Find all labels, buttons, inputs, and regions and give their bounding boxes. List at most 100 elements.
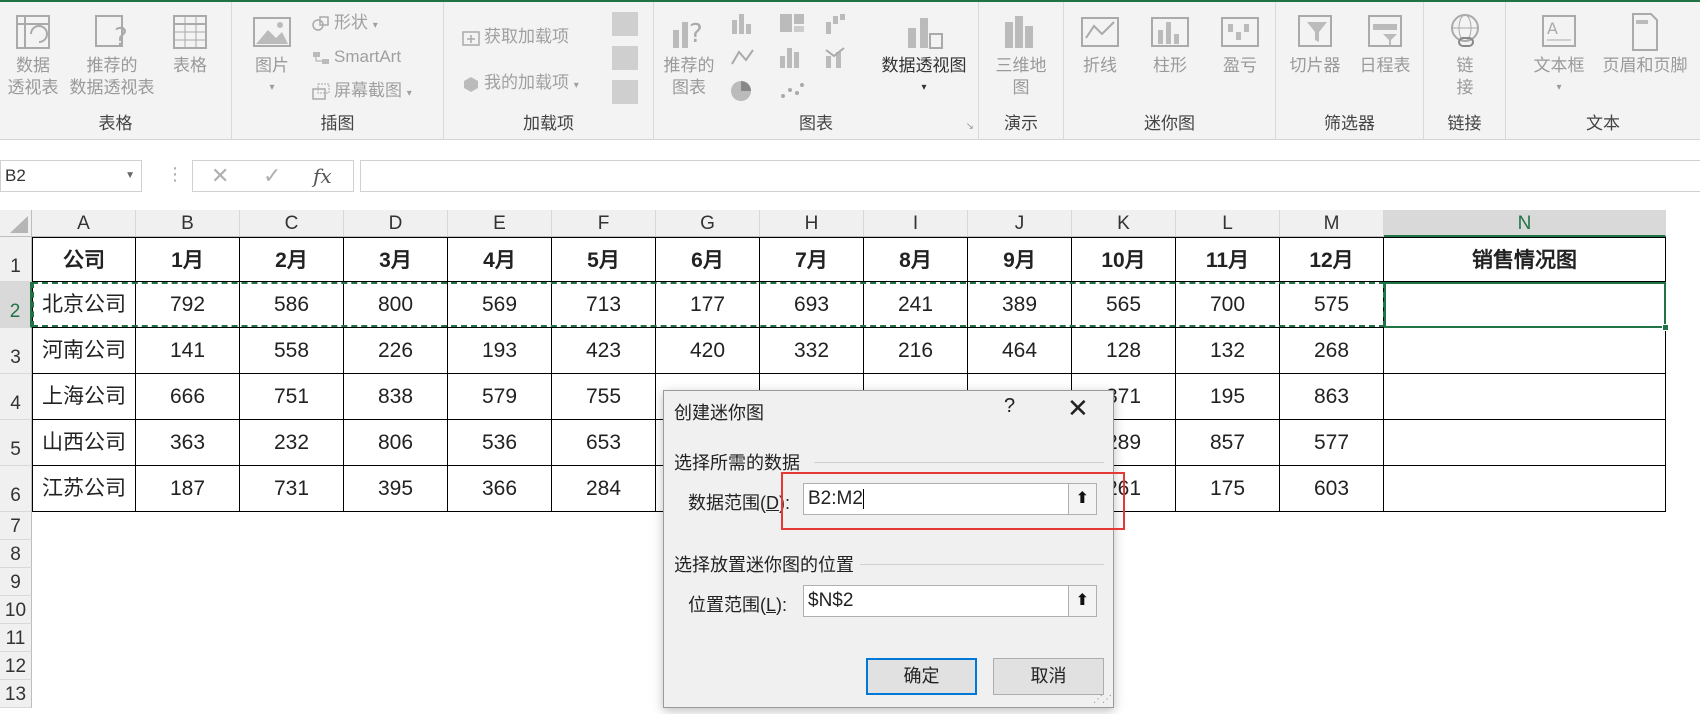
- table-cell[interactable]: 575: [1280, 282, 1384, 328]
- header-cell[interactable]: 7月: [760, 237, 864, 282]
- scatter-chart-icon[interactable]: [778, 80, 810, 102]
- table-cell[interactable]: 175: [1176, 466, 1280, 512]
- header-cell[interactable]: 9月: [968, 237, 1072, 282]
- combo-chart-icon[interactable]: [824, 46, 856, 68]
- select-all-button[interactable]: [0, 210, 32, 237]
- table-cell[interactable]: 755: [552, 374, 656, 420]
- get-addins-button[interactable]: 获取加载项: [462, 24, 569, 50]
- row-header-8[interactable]: 8: [0, 540, 32, 568]
- row-header-9[interactable]: 9: [0, 568, 32, 596]
- waterfall-chart-icon[interactable]: [824, 12, 856, 34]
- sparkline-line-button[interactable]: 折线: [1070, 12, 1130, 77]
- collapse-dialog-icon[interactable]: ⬆: [1068, 484, 1096, 514]
- table-cell[interactable]: 586: [240, 282, 344, 328]
- recommended-charts-button[interactable]: ? 推荐的 图表: [660, 12, 718, 99]
- table-cell[interactable]: 268: [1280, 328, 1384, 374]
- row-header-4[interactable]: 4: [0, 374, 32, 420]
- row-header-3[interactable]: 3: [0, 328, 32, 374]
- charts-dialog-launcher-icon[interactable]: ↘: [966, 121, 974, 132]
- table-cell[interactable]: 579: [448, 374, 552, 420]
- cancel-button[interactable]: 取消: [993, 658, 1104, 695]
- table-cell[interactable]: 241: [864, 282, 968, 328]
- table-cell[interactable]: 700: [1176, 282, 1280, 328]
- timeline-button[interactable]: 日程表: [1352, 12, 1418, 77]
- table-cell[interactable]: 232: [240, 420, 344, 466]
- header-cell[interactable]: 销售情况图: [1384, 237, 1666, 282]
- table-cell[interactable]: 713: [552, 282, 656, 328]
- table-cell[interactable]: 193: [448, 328, 552, 374]
- header-cell[interactable]: 3月: [344, 237, 448, 282]
- row-header-12[interactable]: 12: [0, 652, 32, 680]
- table-cell[interactable]: 569: [448, 282, 552, 328]
- column-header-b[interactable]: B: [136, 210, 240, 237]
- pie-chart-icon[interactable]: [730, 80, 762, 102]
- help-icon[interactable]: ?: [1004, 395, 1015, 418]
- table-cell[interactable]: 河南公司: [32, 328, 136, 374]
- table-cell[interactable]: 216: [864, 328, 968, 374]
- smartart-button[interactable]: SmartArt: [312, 44, 401, 70]
- header-cell[interactable]: 8月: [864, 237, 968, 282]
- column-header-j[interactable]: J: [968, 210, 1072, 237]
- table-cell[interactable]: 北京公司: [32, 282, 136, 328]
- table-cell[interactable]: 141: [136, 328, 240, 374]
- insert-function-icon[interactable]: fx: [313, 164, 332, 188]
- statistic-chart-icon[interactable]: [778, 46, 810, 68]
- bing-icon[interactable]: [612, 46, 638, 70]
- column-header-k[interactable]: K: [1072, 210, 1176, 237]
- pivot-chart-button[interactable]: 数据透视图 ▾: [874, 12, 974, 99]
- table-cell[interactable]: 128: [1072, 328, 1176, 374]
- column-chart-icon[interactable]: [730, 12, 762, 34]
- formula-input[interactable]: [360, 160, 1700, 192]
- table-cell[interactable]: [1384, 328, 1666, 374]
- row-header-1[interactable]: 1: [0, 237, 32, 282]
- column-header-m[interactable]: M: [1280, 210, 1384, 237]
- column-header-d[interactable]: D: [344, 210, 448, 237]
- sparkline-column-button[interactable]: 柱形: [1140, 12, 1200, 77]
- table-cell[interactable]: 751: [240, 374, 344, 420]
- table-cell[interactable]: [1384, 374, 1666, 420]
- header-cell[interactable]: 1月: [136, 237, 240, 282]
- column-header-h[interactable]: H: [760, 210, 864, 237]
- table-cell[interactable]: 693: [760, 282, 864, 328]
- table-cell[interactable]: 603: [1280, 466, 1384, 512]
- table-cell[interactable]: 423: [552, 328, 656, 374]
- table-cell[interactable]: 863: [1280, 374, 1384, 420]
- row-header-10[interactable]: 10: [0, 596, 32, 624]
- screenshot-button[interactable]: 屏幕截图 ▾: [312, 78, 412, 104]
- 3d-map-button[interactable]: 三维地 图: [989, 12, 1053, 99]
- location-range-input[interactable]: $N$2 ⬆: [803, 585, 1097, 617]
- close-icon[interactable]: ✕: [1067, 393, 1089, 424]
- table-cell[interactable]: 792: [136, 282, 240, 328]
- pivot-table-button[interactable]: 数据 透视表: [2, 12, 64, 99]
- header-cell[interactable]: 4月: [448, 237, 552, 282]
- people-graph-icon[interactable]: [612, 80, 638, 104]
- table-cell[interactable]: 838: [344, 374, 448, 420]
- line-chart-icon[interactable]: [730, 46, 762, 68]
- table-cell[interactable]: 577: [1280, 420, 1384, 466]
- header-cell[interactable]: 10月: [1072, 237, 1176, 282]
- column-header-f[interactable]: F: [552, 210, 656, 237]
- my-addins-button[interactable]: 我的加载项 ▾: [462, 70, 579, 96]
- sparkline-winloss-button[interactable]: 盈亏: [1210, 12, 1270, 77]
- table-cell[interactable]: [1384, 420, 1666, 466]
- resize-grip-icon[interactable]: ⋰⋰: [1093, 694, 1112, 705]
- column-header-a[interactable]: A: [32, 210, 136, 237]
- table-cell[interactable]: 江苏公司: [32, 466, 136, 512]
- data-range-input[interactable]: B2:M2 ⬆: [803, 483, 1097, 515]
- shapes-button[interactable]: 形状 ▾: [312, 10, 378, 36]
- column-header-l[interactable]: L: [1176, 210, 1280, 237]
- header-cell[interactable]: 公司: [32, 237, 136, 282]
- header-cell[interactable]: 2月: [240, 237, 344, 282]
- enter-formula-icon[interactable]: ✓: [263, 163, 281, 189]
- table-cell[interactable]: [1384, 466, 1666, 512]
- ok-button[interactable]: 确定: [866, 658, 977, 695]
- table-cell[interactable]: [1384, 282, 1666, 328]
- table-cell[interactable]: 806: [344, 420, 448, 466]
- table-cell[interactable]: 464: [968, 328, 1072, 374]
- row-header-7[interactable]: 7: [0, 512, 32, 540]
- table-cell[interactable]: 366: [448, 466, 552, 512]
- table-cell[interactable]: 565: [1072, 282, 1176, 328]
- visio-icon[interactable]: [612, 12, 638, 36]
- table-cell[interactable]: 857: [1176, 420, 1280, 466]
- name-box[interactable]: B2 ▼: [0, 160, 142, 192]
